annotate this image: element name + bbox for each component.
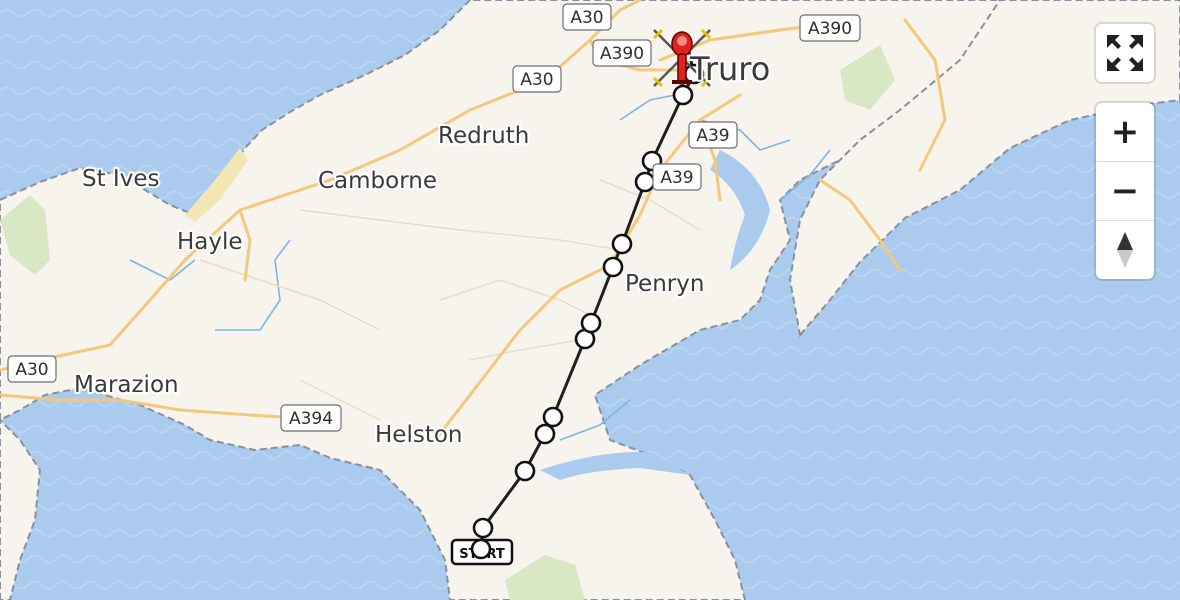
svg-text:A30: A30 (15, 360, 48, 380)
road-shield-a390-top: A390 (592, 39, 652, 67)
road-shield-a390-right: A390 (799, 14, 861, 42)
fullscreen-icon (1107, 35, 1143, 71)
fullscreen-button[interactable] (1096, 24, 1154, 82)
place-label-penryn: Penryn (625, 271, 704, 297)
svg-text:A390: A390 (808, 19, 852, 39)
svg-text:A394: A394 (289, 409, 333, 429)
waypoint[interactable] (634, 171, 656, 193)
road-shield-a30-mid: A30 (512, 65, 562, 93)
svg-text:A39: A39 (660, 168, 693, 188)
waypoint[interactable] (472, 517, 494, 539)
road-shield-a30-top: A30 (562, 3, 612, 31)
place-label-marazion: Marazion (74, 372, 179, 398)
zoom-control: + − (1096, 103, 1154, 279)
place-label-redruth: Redruth (438, 123, 529, 149)
place-label-st-ives: St Ives (82, 166, 159, 192)
waypoint[interactable] (602, 256, 624, 278)
svg-text:A30: A30 (520, 70, 553, 90)
compass-icon (1117, 232, 1133, 268)
place-label-camborne: Camborne (318, 168, 437, 194)
waypoint[interactable] (470, 538, 492, 560)
start-marker[interactable]: START (450, 538, 514, 566)
zoom-in-button[interactable]: + (1096, 103, 1154, 161)
place-label-helston: Helston (375, 422, 463, 448)
fullscreen-control (1096, 24, 1154, 82)
waypoint[interactable] (542, 406, 564, 428)
waypoint[interactable] (514, 460, 536, 482)
svg-text:A30: A30 (570, 8, 603, 28)
road-shield-a39-lower: A39 (652, 163, 702, 191)
waypoint[interactable] (672, 84, 694, 106)
zoom-out-icon: − (1110, 171, 1140, 211)
zoom-out-button[interactable]: − (1096, 161, 1154, 220)
map-canvas[interactable]: START A30 A390 A390 A30 A39 A39 (0, 0, 1180, 600)
svg-text:A39: A39 (696, 126, 729, 146)
svg-text:A390: A390 (600, 44, 644, 64)
compass-button[interactable] (1096, 220, 1154, 279)
waypoint[interactable] (580, 312, 602, 334)
road-shield-a394: A394 (280, 404, 342, 432)
place-label-hayle: Hayle (177, 229, 243, 255)
place-label-truro: Truro (689, 50, 770, 88)
waypoint[interactable] (534, 423, 556, 445)
road-shield-a39-upper: A39 (688, 121, 738, 149)
waypoint[interactable] (611, 233, 633, 255)
zoom-in-icon: + (1110, 112, 1140, 152)
road-shield-a30-left: A30 (7, 355, 57, 383)
